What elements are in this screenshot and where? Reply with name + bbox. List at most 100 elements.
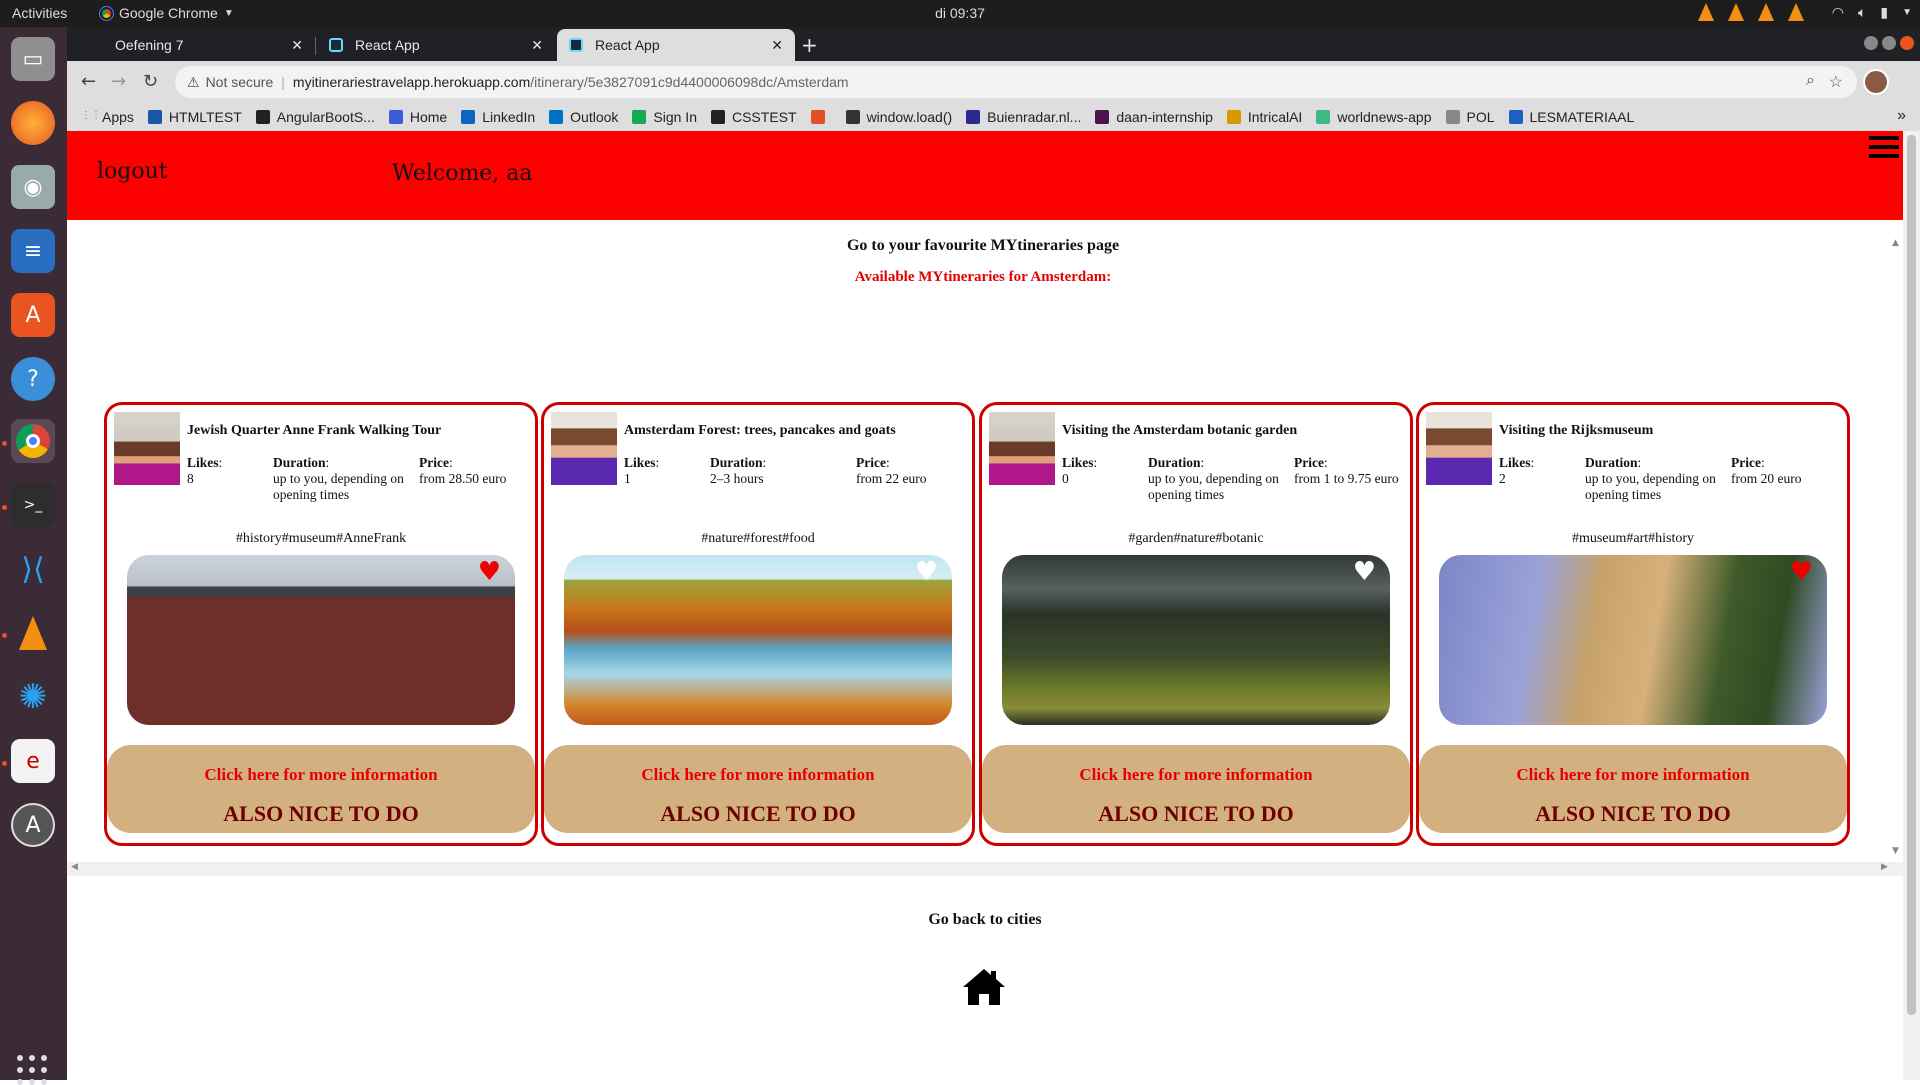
also-nice-to-do-button[interactable]: ALSO NICE TO DO [1419,801,1847,827]
maximize-button[interactable] [1882,36,1896,50]
scroll-down-icon[interactable]: ▼ [1892,846,1899,856]
clock[interactable]: di 09:37 [0,5,1920,21]
bookmarks-overflow-button[interactable]: » [1897,107,1906,125]
home-icon[interactable] [961,967,1007,1007]
bookmark-item[interactable]: window.load() [845,109,952,125]
vlc-tray-icon[interactable] [1697,3,1714,21]
bookmark-item[interactable]: IntricalAI [1226,109,1302,125]
app-menu[interactable]: Google Chrome ▼ [99,5,234,21]
also-nice-to-do-button[interactable]: ALSO NICE TO DO [544,801,972,827]
terminal-icon[interactable]: >_ [11,483,55,527]
tab-react-app-active[interactable]: React App ✕ [557,29,795,61]
bookmark-favicon-icon [1226,110,1241,124]
firefox-icon[interactable] [11,101,55,145]
chrome-small-icon [99,5,114,21]
bookmark-item[interactable]: CSSTEST [710,109,797,125]
price-field: Price: from 1 to 9.75 euro [1294,455,1399,486]
bookmark-item[interactable] [810,110,832,124]
bookmark-item[interactable]: daan-internship [1095,109,1213,125]
itinerary-title: Visiting the Rijksmuseum [1499,423,1654,438]
help-icon[interactable]: ? [11,357,55,401]
price-label: Price [1731,455,1761,470]
inner-scrollbar[interactable]: ▲ ▼ [1889,234,1903,862]
bookmark-item[interactable]: AngularBootS... [255,109,375,125]
bookmark-item[interactable]: HTMLTEST [147,109,242,125]
writer-icon[interactable]: ≡ [11,229,55,273]
vlc-tray-icon[interactable] [1727,3,1744,21]
bookmark-item[interactable]: Sign In [632,109,697,125]
scrollbar-thumb[interactable] [1907,135,1916,1015]
address-bar[interactable]: ⚠ Not secure | myitinerariestravelapp.he… [175,66,1857,98]
bookmark-item[interactable]: Buienradar.nl... [966,109,1081,125]
hamburger-menu-icon[interactable] [1869,136,1899,158]
updater-icon[interactable]: A [11,803,55,847]
speaker-icon[interactable]: ◉ [11,165,55,209]
horizontal-scrollbar[interactable]: ◀ ▶ [67,862,1903,876]
bookmark-item[interactable]: Home [388,109,447,125]
software-center-icon[interactable]: A [11,293,55,337]
forward-icon[interactable]: → [111,71,126,92]
wifi-icon[interactable]: ◠ [1832,4,1844,21]
scroll-left-icon[interactable]: ◀ [71,862,78,872]
hashtags: #garden#nature#botanic [1128,531,1264,546]
scroll-up-icon[interactable]: ▲ [1892,238,1899,248]
avatar[interactable] [1863,69,1889,95]
bookmark-favicon-icon [147,110,162,124]
close-tab-icon[interactable]: ✕ [771,37,783,54]
tab-react-app[interactable]: React App ✕ [317,29,555,61]
bookmark-item[interactable]: LinkedIn [461,109,535,125]
close-tab-icon[interactable]: ✕ [291,37,303,54]
back-icon[interactable]: ← [81,71,96,92]
power-menu-icon[interactable]: ▼ [1902,7,1912,18]
minimize-button[interactable] [1864,36,1878,50]
heart-icon[interactable]: ♥ [1353,559,1376,585]
heart-icon[interactable]: ♥ [915,559,938,585]
activities-button[interactable]: Activities [12,5,67,21]
show-apps-icon[interactable] [17,1055,47,1085]
close-window-button[interactable] [1900,36,1914,50]
bookmark-item[interactable]: worldnews-app [1316,109,1432,125]
bookmark-label: Apps [102,109,134,125]
more-info-link[interactable]: Click here for more information [107,765,535,785]
vlc-tray-icon[interactable] [1787,3,1804,21]
more-info-link[interactable]: Click here for more information [544,765,972,785]
heart-icon[interactable]: ♥ [1790,559,1813,585]
volume-icon[interactable]: 🔈︎ [1858,4,1866,21]
bookmark-favicon-icon [461,110,476,124]
also-nice-to-do-button[interactable]: ALSO NICE TO DO [982,801,1410,827]
system-tray[interactable]: ◠ 🔈︎ ▮ ▼ [1697,3,1912,21]
bookmark-item[interactable]: ⋮⋮ Apps [81,109,134,125]
vscode-icon[interactable]: ⟩⟨ [11,547,55,591]
bookmark-star-icon[interactable]: ☆ [1829,72,1843,92]
battery-icon[interactable]: ▮ [1880,4,1888,21]
new-tab-button[interactable]: + [801,33,818,57]
vlc-tray-icon[interactable] [1757,3,1774,21]
chrome-icon[interactable] [11,419,55,463]
also-nice-to-do-button[interactable]: ALSO NICE TO DO [107,801,535,827]
settings-icon[interactable]: ✺ [11,675,55,719]
bookmark-favicon-icon [710,110,725,124]
bookmark-item[interactable]: Outlook [549,109,618,125]
text-editor-icon[interactable]: e [11,739,55,783]
tab-oefening[interactable]: Oefening 7 ✕ [77,29,316,61]
duration-value: up to you, depending on opening times [1585,471,1716,502]
bookmark-item[interactable]: POL [1445,109,1495,125]
vlc-icon[interactable] [11,611,55,655]
zoom-icon[interactable]: ⌕ [1806,72,1815,90]
bookmark-item[interactable]: LESMATERIAAL [1508,109,1634,125]
heart-icon[interactable]: ♥ [478,559,501,585]
more-info-link[interactable]: Click here for more information [1419,765,1847,785]
logout-link[interactable]: logout [97,159,168,184]
close-tab-icon[interactable]: ✕ [531,37,543,54]
duration-value: 2–3 hours [710,471,764,486]
files-icon[interactable]: ▭ [11,37,55,81]
more-info-link[interactable]: Click here for more information [982,765,1410,785]
page-scrollbar[interactable] [1903,131,1920,1080]
go-back-link[interactable]: Go back to cities [67,911,1903,929]
scroll-right-icon[interactable]: ▶ [1881,862,1888,872]
warning-icon[interactable]: ⚠ [187,74,200,91]
bookmark-favicon-icon [632,110,647,124]
itinerary-container: Go to your favourite MYtineraries page A… [67,234,1903,862]
reload-icon[interactable]: ↻ [143,71,158,92]
itinerary-card: Visiting the Amsterdam botanic garden Lik… [979,402,1413,846]
